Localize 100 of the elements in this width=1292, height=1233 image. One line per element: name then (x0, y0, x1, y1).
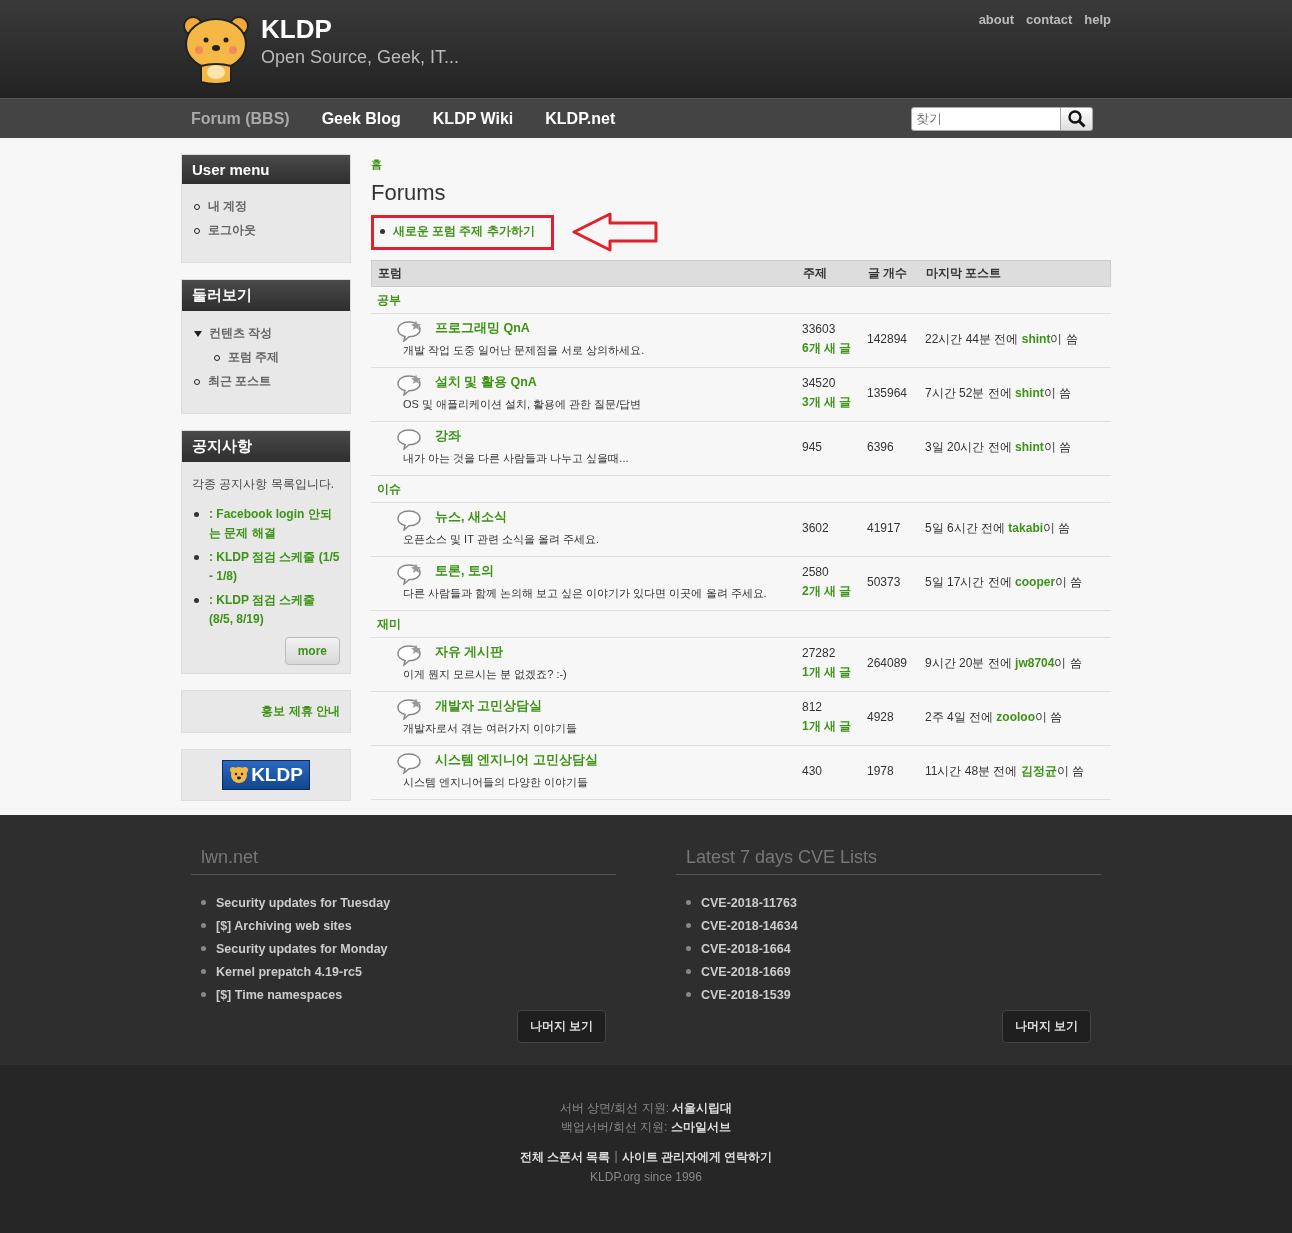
last-post-suffix: 이 씀 (1035, 709, 1063, 724)
footer-news-link[interactable]: [$] Time namespaces (216, 987, 343, 1002)
add-forum-topic-link[interactable]: 새로운 포럼 주제 추가하기 (393, 223, 535, 239)
breadcrumb-link[interactable]: 홈 (371, 158, 382, 170)
header-link[interactable]: contact (1026, 12, 1073, 27)
topic-count: 945 (802, 440, 824, 454)
forum-name-link[interactable]: 시스템 엔지니어 고민상담실 (435, 752, 598, 769)
footer-news-link[interactable]: Security updates for Monday (216, 941, 388, 956)
forum-name-link[interactable]: 강좌 (435, 428, 629, 445)
post-count: 50373 (867, 575, 902, 589)
forum-name-link[interactable]: 뉴스, 새소식 (435, 509, 599, 526)
last-post-time: 2주 4일 전에 (925, 709, 993, 724)
post-count: 4928 (867, 710, 895, 724)
user-link[interactable]: jw8704 (1015, 655, 1055, 670)
notice-intro: 각종 공지사항 목록입니다. (192, 476, 335, 493)
forum-description: 오픈소스 및 IT 관련 소식을 올려 주세요. (403, 532, 599, 547)
sponsor-credit: 서버 상면/회선 지원: 서울시립대 (559, 1100, 733, 1117)
menu-link[interactable]: 포럼 주제 (228, 349, 280, 366)
search-button[interactable] (1061, 106, 1093, 131)
last-post-time: 9시간 20분 전에 (925, 655, 1012, 670)
footer-link[interactable]: 사이트 관리자에게 연락하기 (621, 1149, 773, 1166)
user-link[interactable]: shint (1015, 439, 1044, 454)
promo-link[interactable]: 홍보 제휴 안내 (261, 703, 340, 720)
new-posts-link[interactable]: 1개 새 글 (802, 663, 867, 681)
forum-group-link[interactable]: 공부 (377, 293, 401, 307)
post-count: 142894 (867, 332, 909, 346)
post-count: 41917 (867, 521, 902, 535)
notice-link[interactable]: : Facebook login 안되는 문제 해결 (209, 505, 340, 543)
footer-news-link[interactable]: CVE-2018-14634 (701, 918, 798, 933)
nav-tab[interactable]: KLDP Wiki (432, 109, 514, 128)
new-posts-link[interactable]: 1개 새 글 (802, 717, 867, 735)
footer-block-title: lwn.net (191, 845, 616, 875)
kldp-banner[interactable]: KLDP (222, 760, 310, 790)
menu-link[interactable]: 최근 포스트 (208, 373, 272, 390)
nav-tab[interactable]: Geek Blog (321, 109, 401, 128)
last-post-time: 11시간 48분 전에 (925, 763, 1018, 778)
forum-description: 내가 아는 것을 다른 사람들과 나누고 싶을때... (403, 451, 629, 466)
search-icon (1067, 109, 1086, 128)
sponsor-credit: 백업서버/회선 지원: 스마일서브 (561, 1119, 731, 1136)
forum-description: 다른 사람들과 함께 논의해 보고 싶은 이야기가 있다면 이곳에 올려 주세요. (403, 586, 767, 601)
footer-news-link[interactable]: CVE-2018-1669 (701, 964, 791, 979)
panel-title: User menu (182, 155, 350, 184)
see-more-button[interactable]: 나머지 보기 (1001, 1010, 1091, 1043)
see-more-button[interactable]: 나머지 보기 (516, 1010, 606, 1043)
nav-tab[interactable]: KLDP.net (545, 109, 616, 128)
last-post-time: 7시간 52분 전에 (925, 385, 1012, 400)
forum-group-link[interactable]: 재미 (377, 617, 401, 631)
last-post-suffix: 이 씀 (1043, 520, 1071, 535)
last-post-time: 5일 17시간 전에 (925, 574, 1012, 589)
forum-description: 개발자로서 겪는 여러가지 이야기들 (403, 721, 578, 736)
notice-link[interactable]: : KLDP 점검 스케줄 (1/5 - 1/8) (209, 548, 340, 586)
panel-title: 공지사항 (182, 431, 350, 462)
footer-news-link[interactable]: Security updates for Tuesday (216, 895, 391, 910)
nav-tab[interactable]: Forum (BBS) (191, 109, 290, 128)
column-header: 주제 (803, 265, 828, 282)
user-link[interactable]: 김정균 (1020, 763, 1057, 778)
topic-count: 33603 (802, 321, 837, 336)
header-link[interactable]: about (978, 12, 1015, 27)
forum-description: OS 및 애플리케이션 설치, 활용에 관한 질문/답변 (403, 397, 642, 412)
last-post-suffix: 이 씀 (1050, 331, 1078, 346)
column-header: 글 개수 (868, 265, 909, 282)
forum-name-link[interactable]: 개발자 고민상담실 (435, 698, 578, 715)
footer-news-link[interactable]: Kernel prepatch 4.19-rc5 (216, 964, 362, 979)
forum-description: 개발 작업 도중 일어난 문제점을 서로 상의하세요. (403, 343, 645, 358)
new-posts-link[interactable]: 6개 새 글 (802, 339, 867, 357)
topic-count: 3602 (802, 521, 830, 535)
site-title[interactable]: KLDP (261, 14, 460, 45)
forum-group-link[interactable]: 이슈 (377, 482, 401, 496)
menu-link[interactable]: 내 계정 (208, 198, 248, 215)
forum-name-link[interactable]: 자유 게시판 (435, 644, 567, 661)
footer-news-link[interactable]: [$] Archiving web sites (216, 918, 352, 933)
new-posts-link[interactable]: 3개 새 글 (802, 393, 867, 411)
forum-name-link[interactable]: 프로그래밍 QnA (435, 320, 645, 337)
topic-count: 34520 (802, 375, 837, 390)
footer-news-link[interactable]: CVE-2018-1539 (701, 987, 791, 1002)
menu-link[interactable]: 로그아웃 (208, 222, 256, 239)
new-posts-link[interactable]: 2개 새 글 (802, 582, 867, 600)
last-post-time: 5일 6시간 전에 (925, 520, 1005, 535)
footer-news-link[interactable]: CVE-2018-11763 (701, 895, 797, 910)
user-link[interactable]: zooloo (996, 709, 1035, 724)
footer-link[interactable]: 전체 스폰서 목록 (519, 1149, 611, 1166)
user-link[interactable]: shint (1015, 385, 1044, 400)
user-link[interactable]: cooper (1015, 574, 1056, 589)
forum-name-link[interactable]: 설치 및 활용 QnA (435, 374, 642, 391)
footer-news-link[interactable]: CVE-2018-1664 (701, 941, 791, 956)
last-post-suffix: 이 씀 (1054, 655, 1082, 670)
post-count: 135964 (867, 386, 909, 400)
notice-link[interactable]: : KLDP 점검 스케줄 (8/5, 8/19) (209, 591, 340, 629)
panel-title: 둘러보기 (182, 280, 350, 311)
user-link[interactable]: takabi (1008, 520, 1044, 535)
topic-count: 2580 (802, 564, 830, 579)
left-arrow-icon (571, 212, 658, 252)
last-post-suffix: 이 씀 (1056, 763, 1085, 778)
search-field[interactable]: 찾기 (911, 106, 1061, 131)
menu-link[interactable]: 컨텐츠 작성 (209, 325, 273, 342)
user-link[interactable]: shint (1021, 331, 1051, 346)
more-button[interactable]: more (284, 637, 340, 665)
header-link[interactable]: help (1084, 12, 1111, 27)
forum-name-link[interactable]: 토론, 토의 (435, 563, 767, 580)
since-text: KLDP.org since 1996 (590, 1170, 702, 1184)
